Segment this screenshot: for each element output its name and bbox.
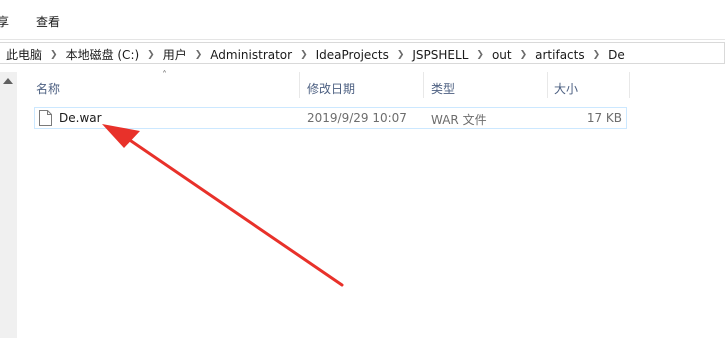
column-divider[interactable] — [547, 72, 548, 98]
column-header-type[interactable]: 类型 — [431, 80, 455, 97]
file-modified: 2019/9/29 10:07 — [307, 111, 407, 125]
file-size: 17 KB — [586, 111, 622, 125]
crumb-local-disk[interactable]: 本地磁盘 (C:) — [66, 46, 140, 63]
crumb-administrator[interactable]: Administrator — [210, 48, 292, 62]
chevron-right-icon[interactable]: ❯ — [50, 50, 58, 60]
list-item[interactable]: De.war 2019/9/29 10:07 WAR 文件 17 KB — [34, 107, 627, 129]
column-divider[interactable] — [629, 72, 630, 98]
chevron-right-icon[interactable]: ❯ — [593, 50, 601, 60]
file-name[interactable]: De.war — [59, 111, 102, 125]
crumb-artifacts[interactable]: artifacts — [535, 48, 584, 62]
column-header-name[interactable]: 名称 — [36, 80, 60, 97]
vertical-scrollbar[interactable] — [0, 72, 17, 338]
column-divider[interactable] — [423, 72, 424, 98]
crumb-ideaprojects[interactable]: IdeaProjects — [316, 48, 389, 62]
crumb-de[interactable]: De — [608, 48, 625, 62]
chevron-right-icon[interactable]: ❯ — [397, 50, 405, 60]
chevron-right-icon[interactable]: ❯ — [300, 50, 308, 60]
file-list: 名称 ˄ 修改日期 类型 大小 De.war 2019/9/29 10:07 W… — [17, 70, 725, 338]
chevron-right-icon[interactable]: ❯ — [476, 50, 484, 60]
scroll-up-icon[interactable] — [3, 78, 13, 84]
file-type: WAR 文件 — [431, 113, 487, 127]
sort-ascending-icon: ˄ — [162, 70, 167, 81]
crumb-this-pc[interactable]: 此电脑 — [6, 46, 42, 63]
ribbon: 享 查看 — [0, 0, 725, 40]
ribbon-divider — [0, 39, 725, 40]
ribbon-tab-view[interactable]: 查看 — [36, 13, 60, 30]
ribbon-tab-share[interactable]: 享 — [0, 13, 9, 30]
column-divider[interactable] — [299, 72, 300, 98]
crumb-out[interactable]: out — [492, 48, 512, 62]
breadcrumb: 此电脑 ❯ 本地磁盘 (C:) ❯ 用户 ❯ Administrator ❯ I… — [6, 46, 625, 63]
chevron-right-icon[interactable]: ❯ — [147, 50, 155, 60]
crumb-jspshell[interactable]: JSPSHELL — [412, 48, 468, 62]
chevron-right-icon[interactable]: ❯ — [520, 50, 528, 60]
column-header-modified[interactable]: 修改日期 — [307, 80, 355, 97]
column-header-size[interactable]: 大小 — [554, 80, 578, 97]
crumb-users[interactable]: 用户 — [163, 46, 187, 63]
address-bar[interactable]: 此电脑 ❯ 本地磁盘 (C:) ❯ 用户 ❯ Administrator ❯ I… — [0, 42, 725, 64]
file-icon — [39, 110, 52, 126]
chevron-right-icon[interactable]: ❯ — [195, 50, 203, 60]
